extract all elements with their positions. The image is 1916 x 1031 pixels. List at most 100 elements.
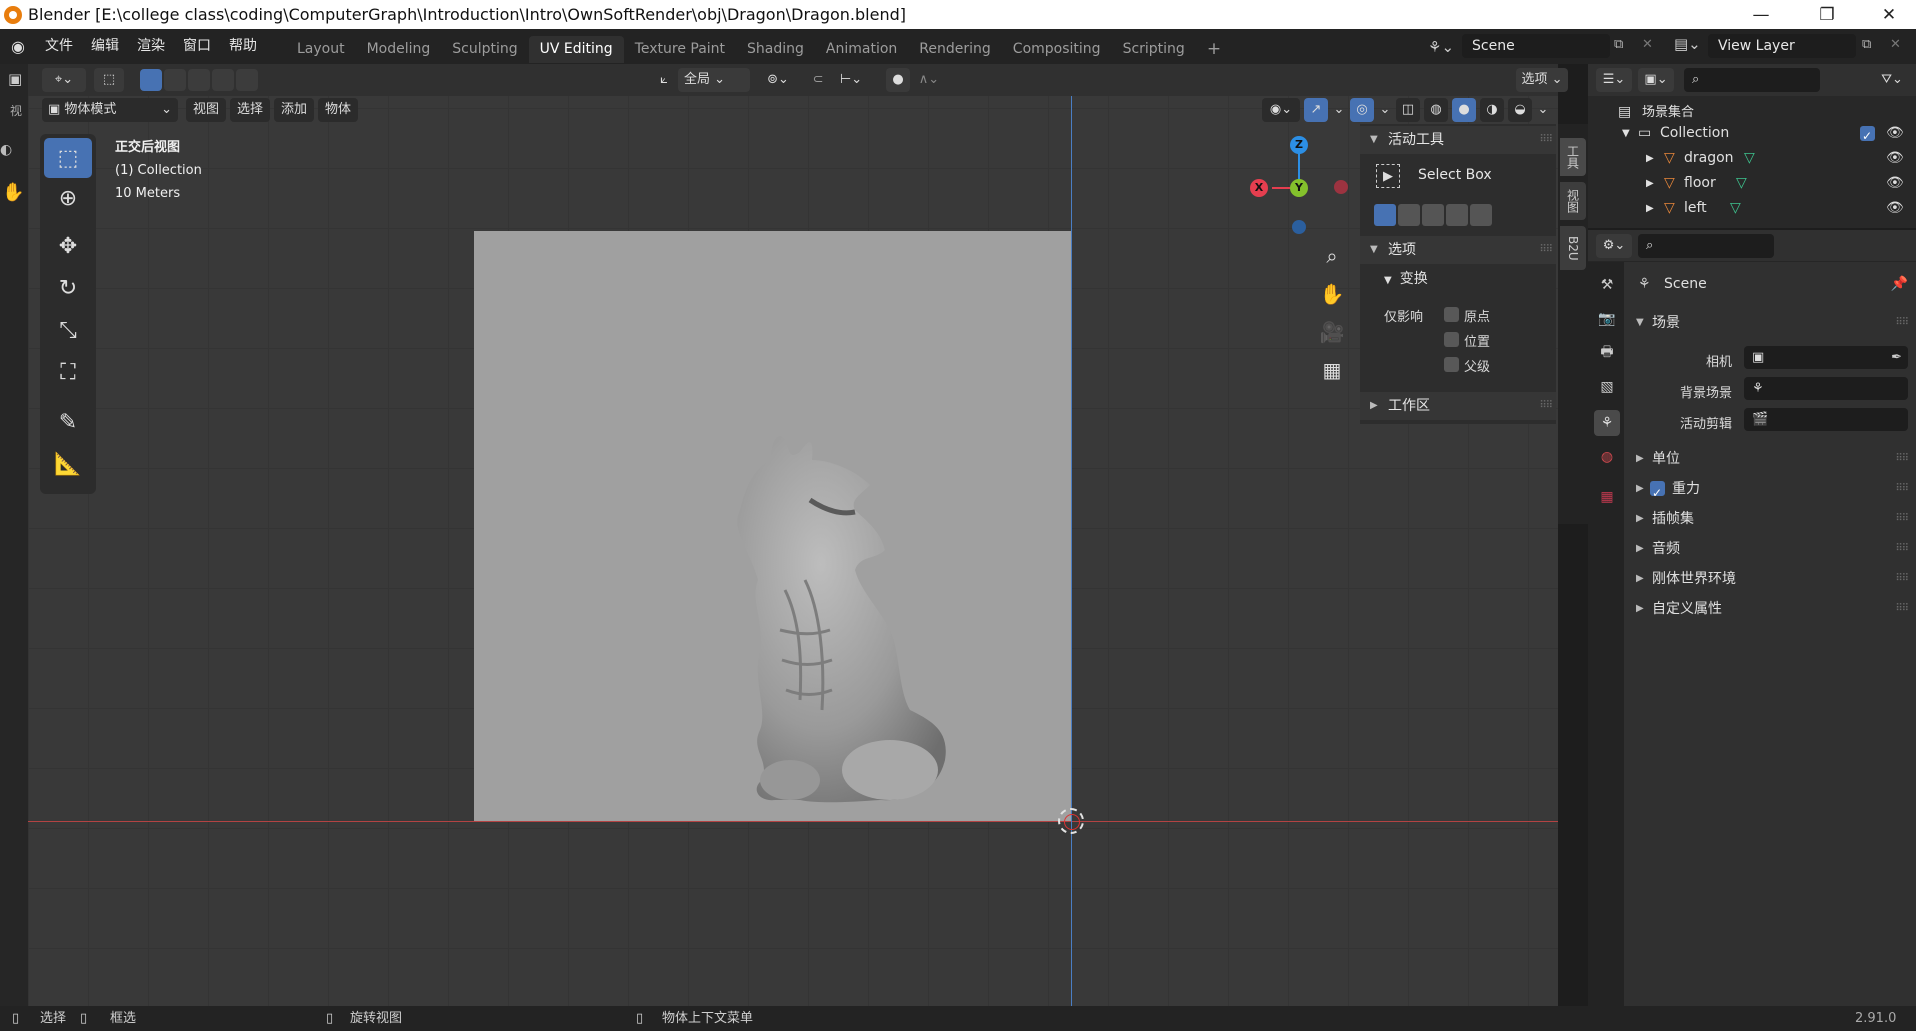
units-section[interactable]: ▶ 单位 ⠿⠿ [1632, 445, 1912, 473]
pan-hand-icon[interactable]: ✋ [1316, 278, 1348, 310]
select-intersect-icon[interactable] [236, 69, 258, 91]
filter-icon[interactable]: ⛛⌄ [1874, 68, 1910, 92]
outliner-object-floor[interactable]: ▶ ▽ floor ▽ 👁 [1588, 171, 1916, 196]
menu-help[interactable]: 帮助 [220, 29, 266, 64]
menu-file[interactable]: 文件 [36, 29, 82, 64]
drag-handle-icon[interactable]: ⠿⠿ [1539, 126, 1553, 154]
display-mode-icon[interactable]: ▣⌄ [1638, 68, 1674, 92]
keying-sets-section[interactable]: ▶ 插帧集 ⠿⠿ [1632, 505, 1912, 533]
tab-animation[interactable]: Animation [815, 36, 908, 63]
tab-compositing[interactable]: Compositing [1002, 36, 1112, 63]
select-extend-icon[interactable] [164, 69, 186, 91]
hand-icon[interactable]: ✋ [2, 182, 24, 203]
eye-icon[interactable]: 👁 [1886, 121, 1904, 146]
view-tab-icon[interactable]: 视 [10, 102, 22, 119]
close-icon[interactable]: ✕ [1866, 0, 1912, 29]
scene-section-header[interactable]: ▼ 场景 ⠿⠿ [1632, 309, 1912, 337]
drag-handle-icon[interactable]: ⠿⠿ [1895, 445, 1909, 473]
transform-subheader[interactable]: ▼ 变换 [1384, 268, 1428, 288]
drag-handle-icon[interactable]: ⠿⠿ [1895, 309, 1909, 337]
menu-edit[interactable]: 编辑 [82, 29, 128, 64]
tool-tab-icon[interactable]: ⚒ [1594, 272, 1620, 298]
affect-parent-checkbox[interactable] [1444, 357, 1459, 372]
affect-origin-checkbox[interactable] [1444, 307, 1459, 322]
drag-handle-icon[interactable]: ⠿⠿ [1895, 535, 1909, 563]
eye-icon[interactable]: 👁 [1886, 171, 1904, 196]
navigation-gizmo[interactable]: Z Y X [1250, 136, 1348, 246]
drag-handle-icon[interactable]: ⠿⠿ [1895, 595, 1909, 623]
select-new-icon[interactable] [140, 69, 162, 91]
mesh-data-icon[interactable]: ▽ [1736, 171, 1747, 196]
outliner-collection[interactable]: ▼▭Collection👁 [1588, 121, 1916, 149]
restore-icon[interactable]: ❐ [1804, 0, 1850, 29]
scene-selector-icon[interactable]: ⚘⌄ [1428, 35, 1458, 59]
mode-dropdown[interactable]: ▣ 物体模式 ⌄ [42, 98, 178, 122]
xray-toggle-icon[interactable]: ◫ [1396, 98, 1420, 122]
gravity-section[interactable]: ▶重力⠿⠿ [1632, 475, 1912, 507]
mode-difference-icon[interactable] [1446, 204, 1468, 226]
select-box-icon[interactable]: ⬚ [44, 138, 92, 178]
tab-scripting[interactable]: Scripting [1112, 36, 1196, 63]
workspace-header[interactable]: ▶ 工作区 ⠿⠿ [1360, 392, 1556, 420]
mode-set-icon[interactable] [1374, 204, 1396, 226]
custom-properties-section[interactable]: ▶ 自定义属性 ⠿⠿ [1632, 595, 1912, 623]
tab-b2u[interactable]: B2U [1560, 226, 1586, 270]
select-invert-icon[interactable] [212, 69, 234, 91]
drag-handle-icon[interactable]: ⠿⠿ [1539, 236, 1553, 264]
options-dropdown[interactable]: 选项 ⌄ [1516, 68, 1568, 92]
eye-icon[interactable]: 👁 [1886, 146, 1904, 171]
visibility-icon[interactable]: ◉⌄ [1262, 98, 1300, 122]
mesh-data-icon[interactable]: ▽ [1730, 196, 1741, 221]
view-layer-selector-icon[interactable]: ▤⌄ [1674, 35, 1701, 53]
gizmo-neg-x-axis[interactable] [1334, 180, 1348, 194]
menu-object[interactable]: 物体 [318, 98, 358, 122]
proportional-edit-icon[interactable]: ● [886, 68, 910, 92]
scene-name-field[interactable]: Scene [1462, 34, 1610, 58]
blender-menu-icon[interactable]: ◉ [0, 37, 36, 56]
annotate-icon[interactable]: ✎ [44, 402, 92, 442]
select-mode-icon[interactable]: ⬚ [94, 68, 124, 92]
tab-sculpting[interactable]: Sculpting [441, 36, 528, 63]
menu-view[interactable]: 视图 [186, 98, 226, 122]
solid-shading-icon[interactable]: ● [1452, 98, 1476, 122]
background-scene-field[interactable]: ⚘ [1744, 377, 1908, 400]
dragon-mesh[interactable] [690, 430, 970, 822]
outliner-object-left[interactable]: ▶ ▽ left ▽ 👁 [1588, 196, 1916, 221]
orientation-icon[interactable]: ⟀ [654, 68, 674, 92]
scene-tab-icon[interactable]: ⚘ [1594, 410, 1620, 436]
rotate-icon[interactable]: ↻ [44, 268, 92, 308]
mode-intersect-icon[interactable] [1470, 204, 1492, 226]
gizmo-z-axis[interactable]: Z [1290, 136, 1308, 154]
tab-modeling[interactable]: Modeling [356, 36, 442, 63]
options-header[interactable]: ▼ 选项 ⠿⠿ [1360, 236, 1556, 264]
tab-view[interactable]: 视图 [1560, 182, 1586, 220]
rigid-body-world-section[interactable]: ▶ 刚体世界环境 ⠿⠿ [1632, 565, 1912, 593]
editor-type-icon[interactable]: ▣ [8, 70, 22, 88]
wireframe-shading-icon[interactable]: ◍ [1424, 98, 1448, 122]
eyedropper-icon[interactable]: ✒ [1891, 346, 1902, 369]
material-shading-icon[interactable]: ◑ [1480, 98, 1504, 122]
tab-layout[interactable]: Layout [286, 36, 356, 63]
output-tab-icon[interactable]: 🖶 [1594, 340, 1620, 366]
mesh-data-icon[interactable]: ▽ [1744, 146, 1755, 171]
gizmo-neg-z-axis[interactable] [1292, 220, 1306, 234]
camera-field[interactable]: ▣ ✒ [1744, 346, 1908, 369]
transform-orientation-dropdown[interactable]: 全局 ⌄ [678, 68, 750, 92]
pivot-point-icon[interactable]: ⊚⌄ [758, 68, 798, 92]
rendered-shading-icon[interactable]: ◒ [1508, 98, 1532, 122]
select-subtract-icon[interactable] [188, 69, 210, 91]
affect-location-checkbox[interactable] [1444, 332, 1459, 347]
cursor-icon[interactable]: ⊕ [44, 178, 92, 218]
new-scene-icon[interactable]: ⧉ [1614, 37, 1623, 52]
tab-texture-paint[interactable]: Texture Paint [624, 36, 736, 63]
viewport-shading-mini-icon[interactable]: ◐ [0, 142, 12, 158]
scale-icon[interactable]: ⤡ [44, 310, 92, 350]
texture-tab-icon[interactable]: ▦ [1594, 484, 1620, 510]
overlays-toggle-icon[interactable]: ◎ [1350, 98, 1374, 122]
measure-icon[interactable]: 📐 [44, 444, 92, 484]
camera-view-icon[interactable]: 🎥 [1316, 316, 1348, 348]
eye-icon[interactable]: 👁 [1886, 196, 1904, 221]
new-view-layer-icon[interactable]: ⧉ [1862, 37, 1871, 52]
menu-add[interactable]: 添加 [274, 98, 314, 122]
menu-render[interactable]: 渲染 [128, 29, 174, 64]
